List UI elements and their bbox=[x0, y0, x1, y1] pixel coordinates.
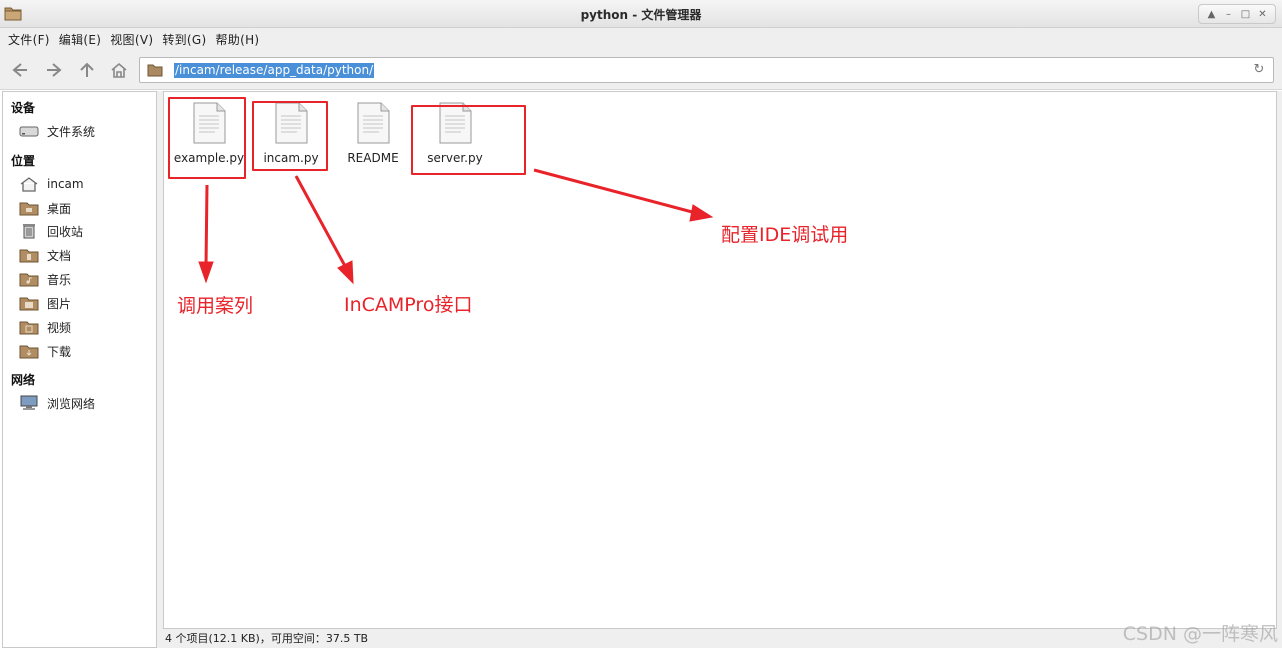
pictures-folder-icon bbox=[19, 295, 39, 311]
window-title: python - 文件管理器 bbox=[580, 8, 702, 22]
sidebar-item-label: 文件系统 bbox=[47, 124, 96, 139]
sidebar-item-browse-network[interactable]: 浏览网络 bbox=[19, 393, 95, 413]
sidebar-heading-devices: 设备 bbox=[11, 101, 36, 115]
file-item-example[interactable]: example.py bbox=[168, 102, 250, 165]
file-name: example.py bbox=[173, 151, 245, 165]
network-icon bbox=[19, 395, 39, 411]
sidebar-item-label: 桌面 bbox=[47, 201, 72, 216]
text-file-icon bbox=[355, 102, 391, 147]
close-icon[interactable]: ✕ bbox=[1256, 7, 1270, 21]
sidebar-item-label: 浏览网络 bbox=[47, 396, 96, 411]
maximize-icon[interactable]: □ bbox=[1239, 7, 1253, 21]
window-controls: ▲ – □ ✕ bbox=[1198, 4, 1276, 24]
watermark: CSDN @一阵寒风 bbox=[1122, 623, 1278, 645]
sidebar-item-pictures[interactable]: 图片 bbox=[19, 293, 71, 313]
annotation-example: 调用案列 bbox=[177, 295, 254, 317]
back-icon[interactable] bbox=[9, 59, 31, 81]
sidebar-item-desktop[interactable]: 桌面 bbox=[19, 198, 71, 218]
drive-icon bbox=[19, 123, 39, 139]
up-icon[interactable]: ▲ bbox=[1205, 7, 1219, 21]
home-icon bbox=[19, 176, 39, 192]
file-view: example.py incam.py README server.py bbox=[163, 91, 1277, 629]
menu-view[interactable]: 视图(V) bbox=[106, 31, 158, 48]
sidebar-item-label: 下载 bbox=[47, 344, 72, 359]
music-folder-icon bbox=[19, 271, 39, 287]
forward-icon[interactable] bbox=[43, 59, 65, 81]
file-name: incam.py bbox=[263, 151, 319, 165]
minimize-icon[interactable]: – bbox=[1222, 7, 1236, 21]
documents-folder-icon bbox=[19, 247, 39, 263]
home-icon[interactable] bbox=[108, 59, 130, 81]
sidebar-item-videos[interactable]: 视频 bbox=[19, 317, 71, 337]
sidebar-heading-places: 位置 bbox=[11, 154, 36, 168]
sidebar-heading-network: 网络 bbox=[11, 373, 36, 387]
downloads-folder-icon bbox=[19, 343, 39, 359]
sidebar-item-label: 回收站 bbox=[47, 224, 84, 239]
trash-icon bbox=[19, 223, 39, 239]
text-file-icon bbox=[437, 102, 473, 147]
refresh-icon[interactable]: ↻ bbox=[1251, 62, 1267, 78]
file-item-server[interactable]: server.py bbox=[414, 102, 496, 165]
menu-edit[interactable]: 编辑(E) bbox=[55, 31, 106, 48]
annotation-incam: InCAMPro接口 bbox=[344, 294, 473, 316]
location-path[interactable]: /incam/release/app_data/python/ bbox=[174, 63, 375, 78]
text-file-icon bbox=[191, 102, 227, 147]
sidebar-item-label: 音乐 bbox=[47, 272, 72, 287]
folder-icon bbox=[147, 63, 163, 80]
sidebar-item-label: 视频 bbox=[47, 320, 72, 335]
videos-folder-icon bbox=[19, 319, 39, 335]
sidebar-item-trash[interactable]: 回收站 bbox=[19, 221, 83, 241]
annotation-server: 配置IDE调试用 bbox=[721, 224, 849, 246]
location-bar[interactable]: /incam/release/app_data/python/ ↻ bbox=[139, 57, 1274, 83]
up-icon[interactable] bbox=[76, 59, 98, 81]
file-item-incam[interactable]: incam.py bbox=[250, 102, 332, 165]
sidebar-item-downloads[interactable]: 下载 bbox=[19, 341, 71, 361]
sidebar-item-label: incam bbox=[47, 177, 84, 191]
sidebar-item-filesystem[interactable]: 文件系统 bbox=[19, 121, 95, 141]
scrollbar[interactable] bbox=[1277, 91, 1282, 629]
menu-go[interactable]: 转到(G) bbox=[158, 31, 211, 48]
sidebar-item-music[interactable]: 音乐 bbox=[19, 269, 71, 289]
sidebar-item-label: 图片 bbox=[47, 296, 72, 311]
menu-file[interactable]: 文件(F) bbox=[4, 31, 55, 48]
toolbar: /incam/release/app_data/python/ ↻ bbox=[0, 50, 1282, 90]
file-name: server.py bbox=[427, 151, 483, 165]
status-bar: 4 个项目(12.1 KB)，可用空间：37.5 TB bbox=[163, 629, 1282, 648]
text-file-icon bbox=[273, 102, 309, 147]
menu-bar: 文件(F) 编辑(E) 视图(V) 转到(G) 帮助(H) bbox=[0, 28, 1282, 50]
sidebar-item-documents[interactable]: 文档 bbox=[19, 245, 71, 265]
menu-help[interactable]: 帮助(H) bbox=[211, 31, 264, 48]
title-bar: python - 文件管理器 ▲ – □ ✕ bbox=[0, 0, 1282, 28]
sidebar-item-incam[interactable]: incam bbox=[19, 174, 84, 194]
file-name: README bbox=[347, 151, 399, 165]
file-item-readme[interactable]: README bbox=[332, 102, 414, 165]
sidebar: 设备 文件系统 位置 incam 桌面 回收站 文档 音乐 图片 视频 下载 网… bbox=[2, 91, 157, 648]
desktop-folder-icon bbox=[19, 200, 39, 216]
sidebar-item-label: 文档 bbox=[47, 248, 72, 263]
